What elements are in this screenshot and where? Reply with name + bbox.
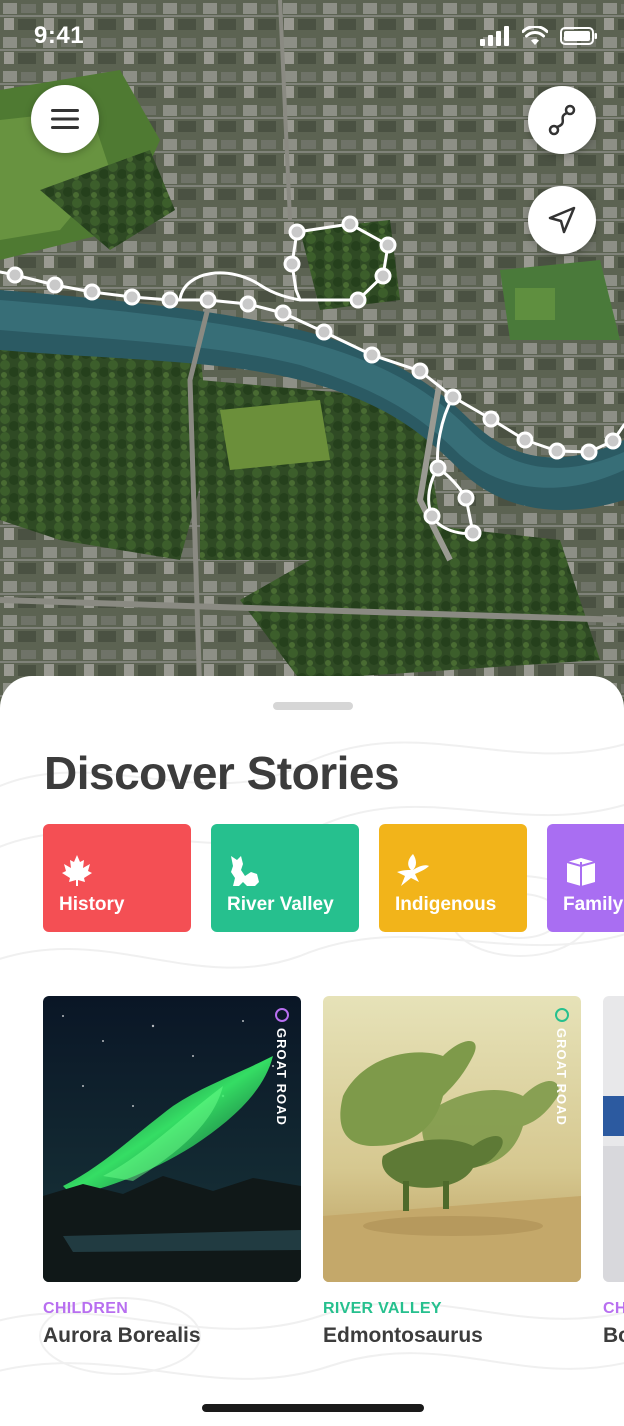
story-title: Edmontosaurus [323,1324,483,1347]
bird-icon [397,854,429,886]
hamburger-icon [51,109,79,129]
story-location: GROAT ROAD [274,1008,289,1126]
location-ring-icon [554,1008,569,1022]
signal-icon [480,26,509,46]
category-indigenous[interactable]: Indigenous [379,824,527,932]
story-list: GROAT ROAD CHILDREN Aurora Borealis GROA… [43,996,624,1348]
status-bar: 9:41 [0,0,624,72]
wifi-icon [522,26,548,45]
story-category: CHI [603,1300,624,1317]
sheet-drag-handle[interactable] [273,702,353,710]
category-label: Family [563,894,624,915]
maple-leaf-icon [62,855,92,886]
category-family[interactable]: Family [547,824,624,932]
story-category: RIVER VALLEY [323,1300,442,1317]
story-title: Bo [603,1324,624,1347]
story-image [603,996,624,1282]
animal-icon [231,856,259,886]
story-card[interactable]: CHI Bo [603,996,624,1348]
category-label: River Valley [227,894,334,915]
location-ring-icon [274,1008,289,1022]
battery-icon [560,27,597,45]
menu-button[interactable] [31,85,99,153]
story-location: GROAT ROAD [554,1008,569,1126]
locate-button[interactable] [528,186,596,254]
story-category: CHILDREN [43,1300,129,1317]
story-card[interactable]: GROAT ROAD RIVER VALLEY Edmontosaurus [323,996,581,1348]
category-history[interactable]: History [43,824,191,932]
category-river-valley[interactable]: River Valley [211,824,359,932]
gift-box-icon [566,858,596,886]
story-image: GROAT ROAD [43,996,301,1282]
category-label: Indigenous [395,894,497,915]
route-button[interactable] [528,86,596,154]
home-indicator[interactable] [202,1404,424,1412]
bottom-sheet[interactable]: Discover Stories History River Valley In… [0,676,624,1426]
story-image: GROAT ROAD [323,996,581,1282]
navigation-arrow-icon [548,206,576,234]
category-label: History [59,894,125,915]
sheet-title: Discover Stories [44,747,400,799]
category-list: History River Valley Indigenous Family [43,824,624,932]
story-title: Aurora Borealis [43,1324,201,1347]
status-time: 9:41 [34,22,85,49]
story-card[interactable]: GROAT ROAD CHILDREN Aurora Borealis [43,996,301,1348]
route-icon [548,104,576,136]
